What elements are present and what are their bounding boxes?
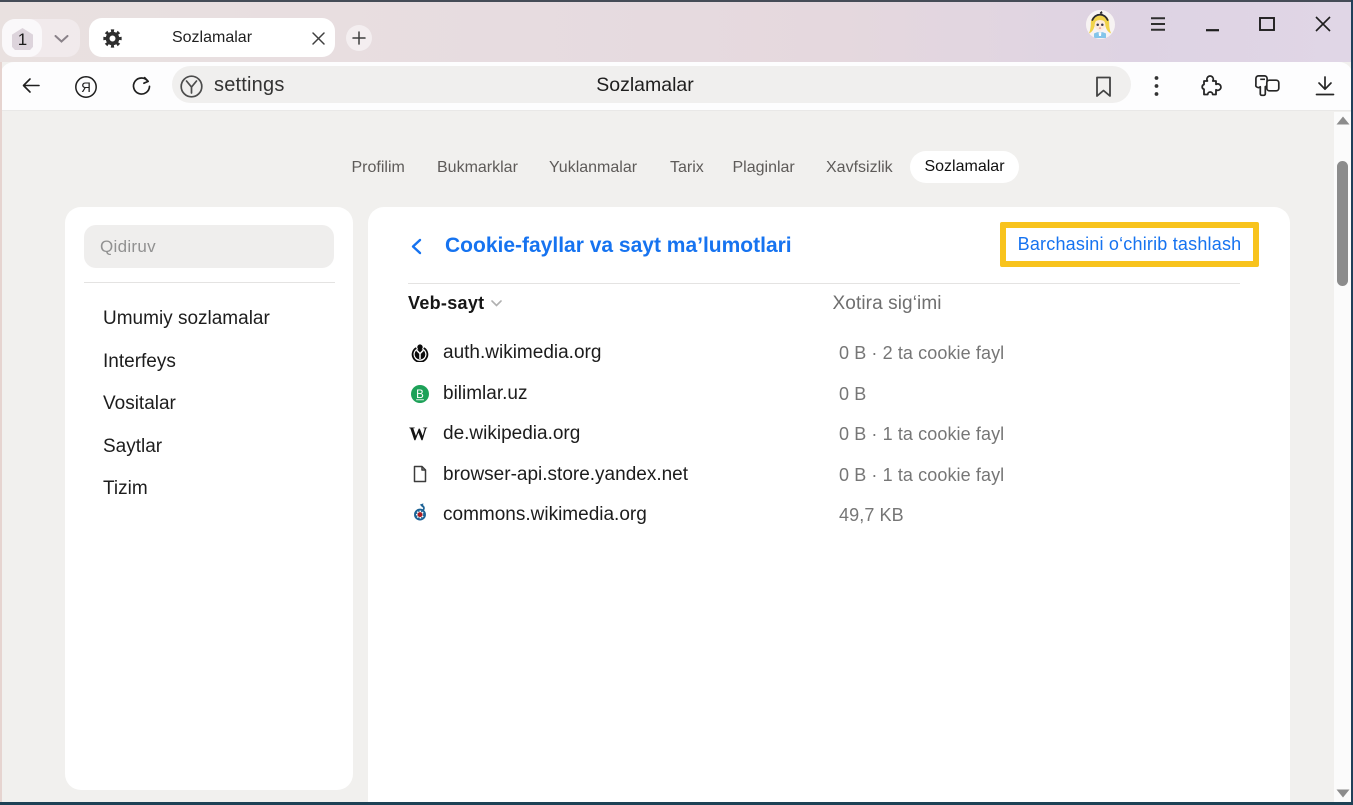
svg-text:Я: Я [81,80,91,95]
svg-text:B: B [416,388,424,400]
